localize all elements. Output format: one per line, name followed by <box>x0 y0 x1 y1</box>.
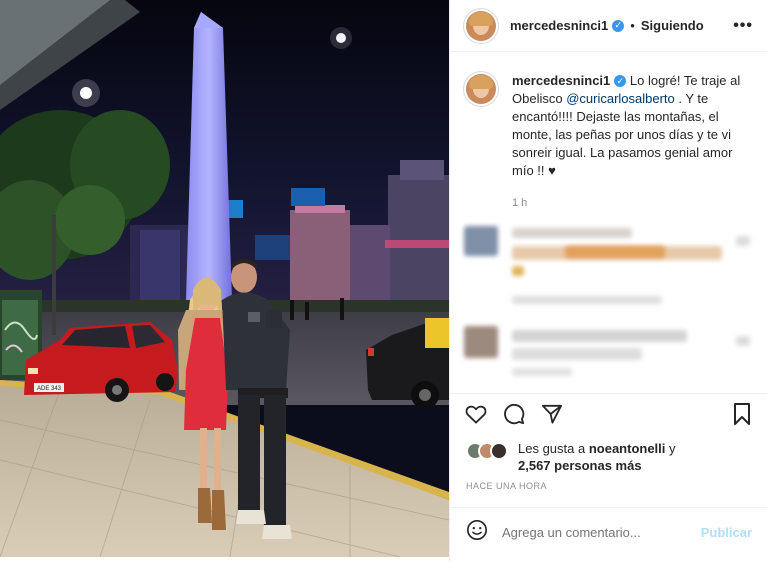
liker-avatar <box>490 442 508 460</box>
likes-count[interactable]: 2,567 personas más <box>518 458 642 473</box>
caption-time[interactable]: 1 h <box>512 194 751 212</box>
blurred-comment-line <box>736 236 750 246</box>
blurred-comment-line <box>512 368 572 376</box>
caption-mention[interactable]: @curicarlosalberto <box>566 91 675 106</box>
profile-avatar[interactable] <box>466 10 496 41</box>
caption-body: mercedesninci1 ✓ Lo logré! Te traje al Ob… <box>512 72 751 212</box>
plate-text: ADE 343 <box>37 386 62 392</box>
blurred-comment-line <box>512 330 687 342</box>
post-photo[interactable]: ADE 343 <box>0 0 449 557</box>
posted-time[interactable]: HACE UNA HORA <box>466 481 547 491</box>
blurred-avatar <box>464 326 498 358</box>
blurred-comment-line <box>736 336 750 346</box>
blurred-comment-line <box>512 296 662 304</box>
blurred-avatar <box>464 226 498 256</box>
photo-scene: ADE 343 <box>0 0 449 557</box>
likes-text: Les gusta a noeantonelli y 2,567 persona… <box>518 440 676 474</box>
post-details-panel: mercedesninci1 ✓ • Siguiendo ••• mercede… <box>449 0 767 562</box>
verified-badge-icon: ✓ <box>614 75 627 87</box>
caption-username[interactable]: mercedesninci1 <box>512 73 610 88</box>
heart-icon[interactable] <box>464 402 488 426</box>
separator-dot: • <box>630 18 635 33</box>
heart-emoji: ♥ <box>548 163 556 178</box>
blurred-comment-line <box>512 228 632 238</box>
post-actions <box>450 393 767 433</box>
publish-button[interactable]: Publicar <box>701 525 752 540</box>
likes-middle: y <box>665 441 676 456</box>
blurred-comment-line <box>512 348 642 360</box>
comment-input[interactable] <box>502 525 701 540</box>
comment-icon[interactable] <box>502 402 526 426</box>
caption-avatar[interactable] <box>466 74 496 104</box>
header-username[interactable]: mercedesninci1 <box>510 18 608 33</box>
post-header: mercedesninci1 ✓ • Siguiendo ••• <box>450 0 767 52</box>
following-button[interactable]: Siguiendo <box>641 18 704 33</box>
likes-summary: Les gusta a noeantonelli y 2,567 persona… <box>466 440 756 474</box>
liker-username[interactable]: noeantonelli <box>589 441 666 456</box>
bookmark-icon[interactable] <box>730 402 754 426</box>
verified-badge-icon: ✓ <box>612 19 625 32</box>
blurred-comment-line <box>565 246 665 258</box>
share-icon[interactable] <box>540 402 564 426</box>
more-options-icon[interactable]: ••• <box>733 17 753 35</box>
comment-bar: Publicar <box>450 507 767 557</box>
blurred-comment-line <box>512 266 524 276</box>
blurred-comments <box>450 212 767 390</box>
liker-avatars[interactable] <box>466 442 508 474</box>
post-caption: mercedesninci1 ✓ Lo logré! Te traje al Ob… <box>450 52 767 212</box>
likes-prefix: Les gusta a <box>518 441 589 456</box>
emoji-icon[interactable] <box>466 519 488 546</box>
